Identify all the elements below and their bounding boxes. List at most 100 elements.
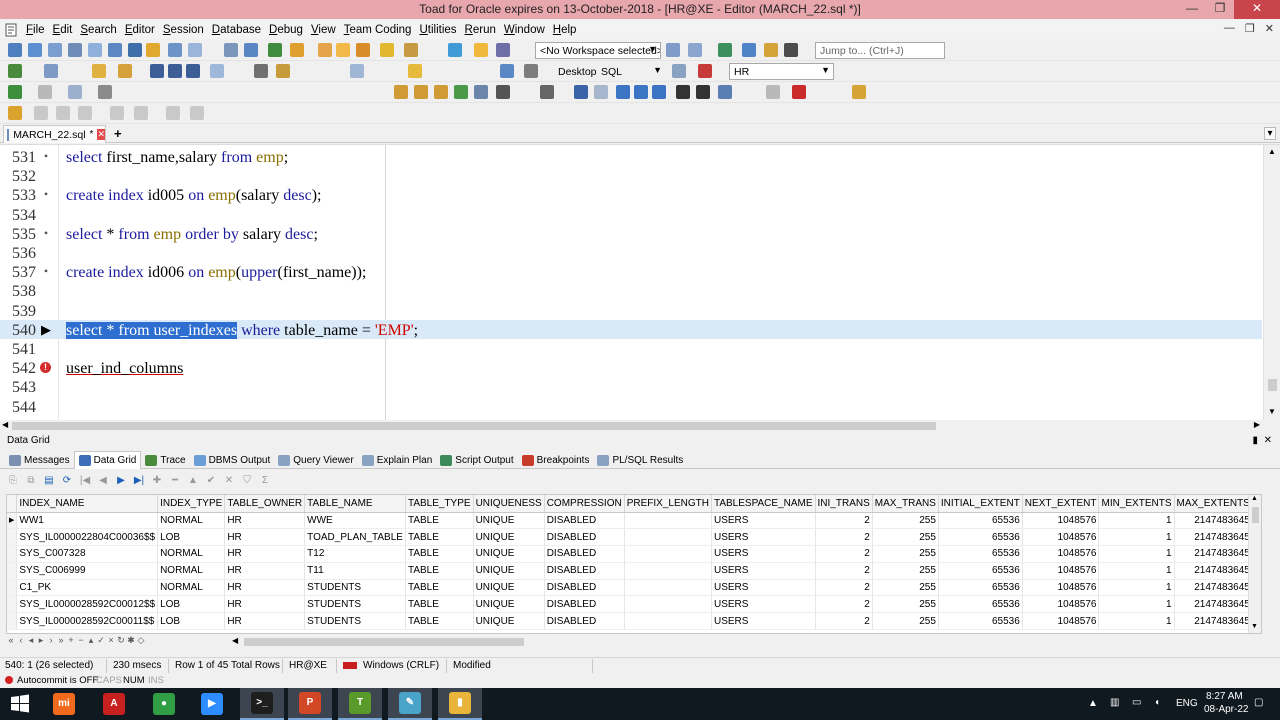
new-connection-icon[interactable] — [8, 43, 22, 57]
taskbar-app[interactable]: A — [92, 688, 136, 720]
chevron-down-icon[interactable]: ▾ — [1264, 127, 1276, 140]
grid-cell[interactable]: UNIQUE — [473, 528, 545, 547]
grid-cell[interactable]: HR — [224, 579, 306, 597]
grid-cell[interactable]: 1 — [1098, 562, 1175, 580]
grid-cell[interactable]: 1 — [1098, 595, 1175, 614]
code-line[interactable]: 538 — [0, 281, 1262, 300]
grid-cell[interactable]: 2147483645 — [1174, 562, 1253, 580]
grid-cell[interactable]: 255 — [872, 612, 939, 631]
debug-icon[interactable] — [8, 106, 22, 120]
grid-cell[interactable]: HR — [224, 612, 306, 631]
nav-cancel-icon[interactable]: × — [106, 635, 116, 646]
grid-cell[interactable]: 255 — [872, 595, 939, 614]
grid-cell[interactable]: HR — [224, 545, 306, 563]
tab-data-grid[interactable]: Data Grid — [73, 451, 142, 469]
scroll-down-icon[interactable]: ▼ — [1268, 407, 1276, 416]
grid-cell[interactable]: 2 — [815, 562, 873, 580]
menu-rerun[interactable]: Rerun — [461, 24, 500, 36]
recent-files-icon[interactable] — [118, 64, 132, 78]
grid-cell[interactable]: 1048576 — [1022, 579, 1100, 597]
clock-time[interactable]: 8:27 AM — [1206, 691, 1243, 702]
code-line[interactable]: 539 — [0, 301, 1262, 320]
watch-icon[interactable] — [110, 106, 124, 120]
grid-cell[interactable]: TABLE — [405, 512, 474, 530]
tools-icon[interactable] — [404, 43, 418, 57]
grid-cell[interactable]: 65536 — [938, 528, 1023, 547]
taskbar-app[interactable]: ✎ — [388, 688, 432, 720]
save-all-icon[interactable] — [186, 64, 200, 78]
pencil-icon[interactable] — [852, 85, 866, 99]
row-indicator[interactable] — [7, 612, 18, 631]
column-header[interactable]: TABLE_NAME — [304, 495, 406, 513]
workspace-save-icon[interactable] — [666, 43, 680, 57]
column-header[interactable]: MAX_TRANS — [872, 495, 939, 513]
grid-cell[interactable] — [624, 579, 712, 597]
grid-cell[interactable]: 1048576 — [1022, 528, 1100, 547]
nav-next-page-icon[interactable]: › — [46, 635, 56, 646]
compare-icon[interactable] — [168, 43, 182, 57]
grid-cell[interactable]: 1 — [1098, 545, 1175, 563]
redo-icon[interactable] — [594, 85, 608, 99]
grid-cell[interactable]: TABLE — [405, 612, 474, 631]
breakpoint-icon[interactable] — [792, 85, 806, 99]
first-record-icon[interactable]: |◀ — [79, 475, 91, 487]
export-icon[interactable] — [244, 43, 258, 57]
mdi-minimize-icon[interactable]: — — [1224, 22, 1235, 35]
grid-cell[interactable]: STUDENTS — [304, 612, 406, 631]
menu-edit[interactable]: Edit — [49, 24, 77, 36]
grid-cell[interactable]: HR — [224, 528, 306, 547]
sql-editor[interactable]: 531 • select first_name,salary from emp; 53… — [0, 144, 1280, 432]
session-browser-icon[interactable] — [108, 43, 122, 57]
taskbar-app[interactable]: >_ — [240, 688, 284, 720]
grid-cell[interactable]: UNIQUE — [473, 562, 545, 580]
row-indicator[interactable] — [7, 528, 18, 547]
step-icon[interactable] — [44, 64, 58, 78]
delete-record-icon[interactable]: ━ — [169, 475, 181, 487]
data-grid[interactable]: INDEX_NAME INDEX_TYPE TABLE_OWNER TABLE_NAM… — [6, 494, 1262, 634]
execute-icon[interactable] — [8, 64, 22, 78]
save-icon[interactable] — [150, 64, 164, 78]
step-out-icon[interactable] — [78, 106, 92, 120]
grid-cell[interactable]: TOAD_PLAN_TABLE — [304, 528, 406, 547]
grid-cell[interactable]: HR — [224, 595, 306, 614]
pin-icon[interactable]: ▮ — [1252, 434, 1258, 447]
step-over-icon[interactable] — [56, 106, 70, 120]
menu-file[interactable]: File — [22, 24, 49, 36]
grid-cell[interactable]: 1 — [1098, 579, 1175, 597]
editor-horizontal-scrollbar[interactable]: ◀ ▶ — [0, 420, 1280, 432]
run-to-cursor-icon[interactable] — [166, 106, 180, 120]
tab-breakpoints[interactable]: Breakpoints — [518, 451, 594, 469]
grid-cell[interactable]: DISABLED — [544, 562, 625, 580]
network-icon[interactable]: ▥ — [1110, 697, 1119, 708]
sql-icon[interactable] — [500, 64, 514, 78]
tab-explain-plan[interactable]: Explain Plan — [358, 451, 437, 469]
grid-cell[interactable]: 2 — [815, 612, 873, 631]
grid-cell[interactable]: UNIQUE — [473, 545, 545, 563]
scroll-right-icon[interactable]: ▶ — [1254, 420, 1260, 429]
language-indicator[interactable]: ENG — [1176, 698, 1198, 709]
data-grid-icon[interactable] — [88, 43, 102, 57]
grid-cell[interactable]: TABLE — [405, 579, 474, 597]
grid-cell[interactable]: HR — [224, 512, 306, 530]
table-row[interactable]: SYS_IL0000028592C00012$$ LOB HR STUDENTS TAB… — [7, 595, 1261, 614]
grid-cell[interactable]: 1048576 — [1022, 512, 1100, 530]
table-row[interactable]: ▶ WW1 NORMAL HR WWE TABLE UNIQUE DISABLED USERS 2… — [7, 512, 1261, 530]
grid-cell[interactable]: 65536 — [938, 545, 1023, 563]
grid-cell[interactable]: WWE — [304, 512, 406, 530]
code-line[interactable]: 540 ▶ select * from user_indexes where tab… — [0, 319, 1262, 339]
menu-window[interactable]: Window — [500, 24, 549, 36]
menu-editor[interactable]: Editor — [121, 24, 159, 36]
indent-icon[interactable] — [676, 85, 690, 99]
grid-cell[interactable]: 2 — [815, 579, 873, 597]
columns-icon[interactable] — [496, 85, 510, 99]
grid-cell[interactable]: 65536 — [938, 512, 1023, 530]
grid-cell[interactable]: 255 — [872, 528, 939, 547]
grid-horizontal-scrollbar[interactable]: ◀ — [232, 636, 1262, 647]
execute-statement-icon[interactable] — [8, 85, 22, 99]
find-icon[interactable] — [540, 85, 554, 99]
grid-cell[interactable]: DISABLED — [544, 528, 625, 547]
scroll-thumb[interactable] — [12, 422, 936, 430]
workspace-manage-icon[interactable] — [688, 43, 702, 57]
column-header[interactable]: TABLESPACE_NAME — [711, 495, 816, 513]
column-header[interactable]: MIN_EXTENTS — [1098, 495, 1175, 513]
